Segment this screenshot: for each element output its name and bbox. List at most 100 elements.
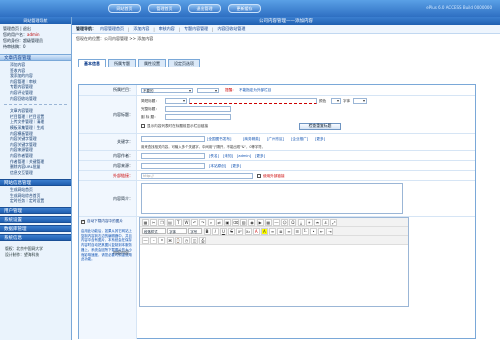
keyword-link-0[interactable]: [全国图书发布] — [207, 137, 231, 142]
paragraph-style-select[interactable]: 段落样式 — [142, 228, 166, 234]
cut-icon[interactable]: ✂ — [150, 218, 158, 226]
sidebar-head-users[interactable]: 用户管理 — [0, 207, 71, 215]
date-icon[interactable]: ⌚ — [174, 236, 182, 244]
sidebar-head-sysinfo[interactable]: 系统信息 — [0, 234, 71, 242]
table-icon[interactable]: ▦ — [264, 218, 272, 226]
show-link-checkbox[interactable] — [141, 124, 145, 128]
remove-format-icon[interactable]: ⌫ — [232, 218, 240, 226]
short-title-input[interactable] — [189, 98, 317, 104]
align-left-icon[interactable]: ≡ — [269, 227, 277, 235]
undo-icon[interactable]: ↶ — [191, 218, 199, 226]
hr-insert-icon[interactable]: ― — [142, 236, 149, 244]
preview-icon[interactable]: ◫ — [191, 236, 199, 244]
special-char-icon[interactable]: Ω — [289, 218, 297, 226]
font-family-select[interactable]: 字体 — [167, 228, 188, 234]
nav-item-recycle[interactable]: 内容回收站管理 — [217, 26, 245, 32]
rich-text-editor[interactable]: ▦ ✂ ❐ ▤ T W ↶ ↷ ⌕ ⇄ ▣ ⌫ ▨ ◉ ▶ ▦ ― ☺ Ω ⤓ … — [139, 217, 409, 307]
source-link-more[interactable]: [更多] — [231, 164, 241, 169]
maximize-icon[interactable]: ⤢ — [330, 218, 338, 226]
tab-attributes[interactable]: 属性设置 — [138, 59, 166, 67]
blockquote-icon[interactable]: ❝ — [158, 236, 166, 244]
source-input[interactable] — [141, 163, 205, 169]
underline-icon[interactable]: U — [219, 227, 227, 235]
external-link-input[interactable]: http:// — [141, 173, 253, 179]
pagebreak-icon[interactable]: ⤓ — [297, 218, 305, 226]
media-icon[interactable]: ▶ — [256, 218, 264, 226]
paste-word-icon[interactable]: W — [182, 218, 190, 226]
nav-item-special[interactable]: 专题内容管理 — [184, 26, 208, 32]
image-icon[interactable]: ▨ — [240, 218, 248, 226]
hr-icon[interactable]: ― — [273, 218, 280, 226]
category-select[interactable]: 不要的 — [141, 87, 193, 93]
ordered-list-icon[interactable]: ⒈ — [301, 227, 309, 235]
auto-download-checkbox[interactable] — [81, 219, 85, 224]
nav-item-content-home[interactable]: 内容管理首页 — [100, 26, 124, 32]
select-all-icon[interactable]: ▣ — [223, 218, 231, 226]
top-tab-site-home[interactable]: 网站首页 — [108, 4, 141, 13]
top-tab-admin-home[interactable]: 管理首页 — [148, 4, 181, 13]
bg-color-icon[interactable]: A — [260, 227, 268, 235]
keywords-input[interactable] — [141, 136, 205, 142]
paste-icon[interactable]: ▤ — [166, 218, 174, 226]
author-link-anon[interactable]: [佚名] — [209, 154, 219, 159]
keyword-link-2[interactable]: [广州东区] — [267, 137, 284, 142]
sidebar-item-info-exchange[interactable]: 信息交互管理 — [10, 170, 71, 176]
anchor-icon[interactable]: ⚓ — [322, 218, 330, 226]
keyword-link-more[interactable]: [更多] — [315, 137, 325, 142]
check-duplicate-button[interactable]: 检查重复标题 — [299, 122, 341, 130]
indent-icon[interactable]: ⇥ — [326, 227, 334, 235]
text-color-icon[interactable]: A — [252, 227, 260, 235]
flash-icon[interactable]: ◉ — [248, 218, 256, 226]
tab-special[interactable]: 所属专题 — [108, 59, 136, 67]
redo-icon[interactable]: ↷ — [199, 218, 207, 226]
superscript-icon[interactable]: x² — [236, 227, 244, 235]
top-tab-logout[interactable]: 退出管理 — [188, 4, 221, 13]
print-icon[interactable]: ⎙ — [199, 236, 207, 244]
paste-text-icon[interactable]: T — [174, 218, 182, 226]
full-title-input[interactable] — [165, 106, 231, 112]
find-icon[interactable]: ⌕ — [207, 218, 215, 226]
sidebar-item-scheduled-task[interactable]: 定时任务｜定时设置 — [10, 198, 71, 204]
use-external-link-checkbox[interactable] — [257, 173, 261, 178]
color-select[interactable] — [331, 98, 341, 104]
unlink-icon[interactable]: ⚮ — [313, 218, 321, 226]
author-link-unknown[interactable]: [未知] — [223, 154, 233, 159]
category-sub-select[interactable] — [197, 87, 219, 93]
font-select[interactable] — [353, 98, 367, 104]
align-center-icon[interactable]: ≣ — [277, 227, 285, 235]
align-right-icon[interactable]: ≡ — [285, 227, 293, 235]
top-tab-refresh-cache[interactable]: 更新缓存 — [228, 4, 261, 13]
copy-icon[interactable]: ❐ — [158, 218, 166, 226]
sidebar-head-site[interactable]: 网站信息管理 — [0, 179, 71, 187]
source-link-original[interactable]: [本站原创] — [209, 164, 226, 169]
tab-page-options[interactable]: 设定页选项 — [168, 59, 200, 67]
tab-basic-info[interactable]: 基本信息 — [78, 59, 106, 67]
subscript-icon[interactable]: x₂ — [244, 227, 252, 235]
author-link-more[interactable]: [更多] — [255, 154, 265, 159]
keyword-link-1[interactable]: [商务精英] — [243, 137, 260, 142]
time-icon[interactable]: ◷ — [182, 236, 190, 244]
bullet-list-icon[interactable]: • — [310, 227, 317, 235]
justify-icon[interactable]: ☰ — [293, 227, 301, 235]
strike-icon[interactable]: S — [228, 227, 236, 235]
font-size-select[interactable]: 字号 — [188, 228, 203, 234]
outdent-icon[interactable]: ⇤ — [318, 227, 326, 235]
code-icon[interactable]: ⌘ — [166, 236, 174, 244]
bold-icon[interactable]: B — [203, 227, 211, 235]
sub-title-input[interactable] — [165, 114, 231, 120]
summary-textarea[interactable] — [141, 183, 403, 214]
link-icon[interactable]: ⚭ — [305, 218, 313, 226]
italic-icon[interactable]: I — [211, 227, 219, 235]
sidebar-head-settings[interactable]: 系统设置 — [0, 216, 71, 224]
keyword-link-3[interactable]: [企业推广] — [291, 137, 308, 142]
nav-item-review[interactable]: 审核内容 — [159, 26, 175, 32]
smiley-icon[interactable]: ☺ — [281, 218, 289, 226]
sidebar-item-recycle-manage[interactable]: 内容回收站管理 — [10, 96, 71, 102]
nav-item-add-content[interactable]: 添加内容 — [133, 26, 149, 32]
author-link-admin[interactable]: [admin] — [237, 154, 251, 158]
source-icon[interactable]: ▦ — [142, 218, 149, 226]
short-title-type-select[interactable] — [165, 98, 187, 104]
sidebar-head-database[interactable]: 数据库管理 — [0, 225, 71, 233]
dash-icon[interactable]: – — [150, 236, 158, 244]
replace-icon[interactable]: ⇄ — [215, 218, 223, 226]
